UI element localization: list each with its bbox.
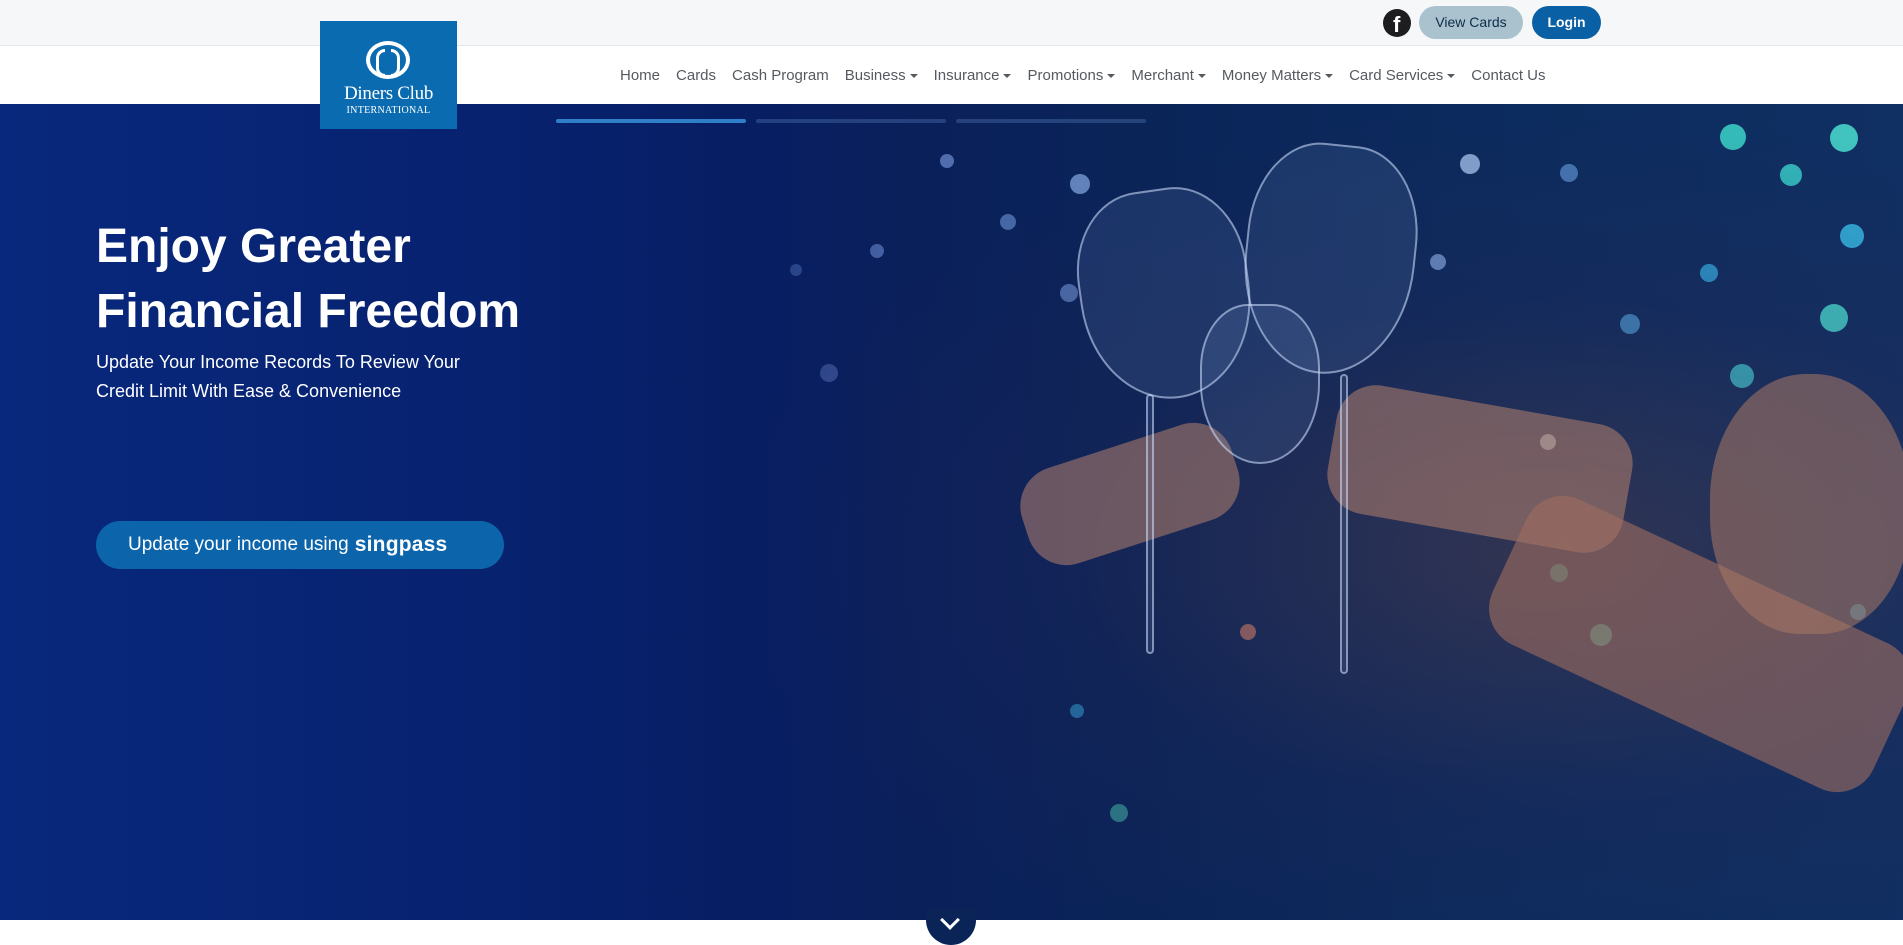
update-income-singpass-button[interactable]: Update your income using singpass	[96, 521, 504, 569]
diners-club-mark-icon	[366, 41, 410, 79]
nav-item-card-services[interactable]: Card Services	[1349, 67, 1456, 84]
logo-name: Diners Club	[343, 83, 434, 104]
nav-item-label: Business	[844, 67, 906, 84]
hero-subtitle-line: Credit Limit With Ease & Convenience	[96, 381, 402, 401]
facebook-icon[interactable]: f	[1383, 9, 1411, 37]
nav-item-insurance[interactable]: Insurance	[934, 67, 1012, 84]
singpass-logo: singpass	[354, 533, 448, 556]
diners-club-logo[interactable]: Diners Club INTERNATIONAL	[320, 21, 457, 129]
carousel-indicator[interactable]	[556, 119, 746, 123]
caret-down-icon	[1325, 73, 1334, 78]
view-cards-button[interactable]: View Cards	[1419, 6, 1523, 39]
nav-item-contact-us[interactable]: Contact Us	[1471, 67, 1545, 84]
nav-item-label: Merchant	[1131, 67, 1194, 84]
carousel-indicators	[556, 119, 1156, 123]
hero-title-line: Enjoy Greater	[96, 220, 411, 273]
nav-item-label: Card Services	[1349, 67, 1444, 84]
nav-item-promotions[interactable]: Promotions	[1027, 67, 1116, 84]
nav-item-business[interactable]: Business	[845, 67, 918, 84]
login-button[interactable]: Login	[1532, 6, 1601, 39]
main-navbar: Home Cards Cash Program Business Insuran…	[0, 47, 1903, 104]
nav-item-label: Money Matters	[1221, 67, 1322, 84]
top-utility-bar: f View Cards Login	[0, 0, 1903, 46]
hero-title: Enjoy Greater Financial Freedom	[96, 214, 656, 344]
nav-menu: Home Cards Cash Program Business Insuran…	[620, 47, 1562, 104]
nav-item-cards[interactable]: Cards	[676, 67, 716, 84]
nav-item-cash-program[interactable]: Cash Program	[732, 67, 829, 84]
nav-item-label: Home	[620, 67, 661, 84]
person-face-image	[1710, 374, 1903, 634]
nav-item-label: Insurance	[933, 67, 1000, 84]
hero-banner: Enjoy Greater Financial Freedom Update Y…	[0, 104, 1903, 920]
caret-down-icon	[1197, 73, 1206, 78]
nav-item-money-matters[interactable]: Money Matters	[1221, 67, 1334, 84]
logo-subtitle: INTERNATIONAL	[346, 105, 431, 116]
nav-item-home[interactable]: Home	[620, 67, 660, 84]
caret-down-icon	[1447, 73, 1456, 78]
glass-stem-image	[1146, 394, 1154, 654]
caret-down-icon	[909, 73, 918, 78]
hero-subtitle: Update Your Income Records To Review You…	[96, 348, 516, 406]
glass-stem-image	[1340, 374, 1348, 674]
nav-item-merchant[interactable]: Merchant	[1131, 67, 1206, 84]
caret-down-icon	[1107, 73, 1116, 78]
caret-down-icon	[1003, 73, 1012, 78]
nav-item-label: Cards	[676, 67, 717, 84]
cta-label: Update your income using	[128, 534, 349, 555]
nav-item-label: Contact Us	[1471, 67, 1546, 84]
hero-subtitle-line: Update Your Income Records To Review You…	[96, 352, 460, 372]
carousel-indicator[interactable]	[756, 119, 946, 123]
nav-item-label: Promotions	[1027, 67, 1104, 84]
wine-glass-image	[1200, 304, 1320, 464]
nav-item-label: Cash Program	[732, 67, 829, 84]
carousel-indicator[interactable]	[956, 119, 1146, 123]
hero-title-line: Financial Freedom	[96, 285, 521, 338]
chevron-down-icon	[940, 910, 960, 930]
